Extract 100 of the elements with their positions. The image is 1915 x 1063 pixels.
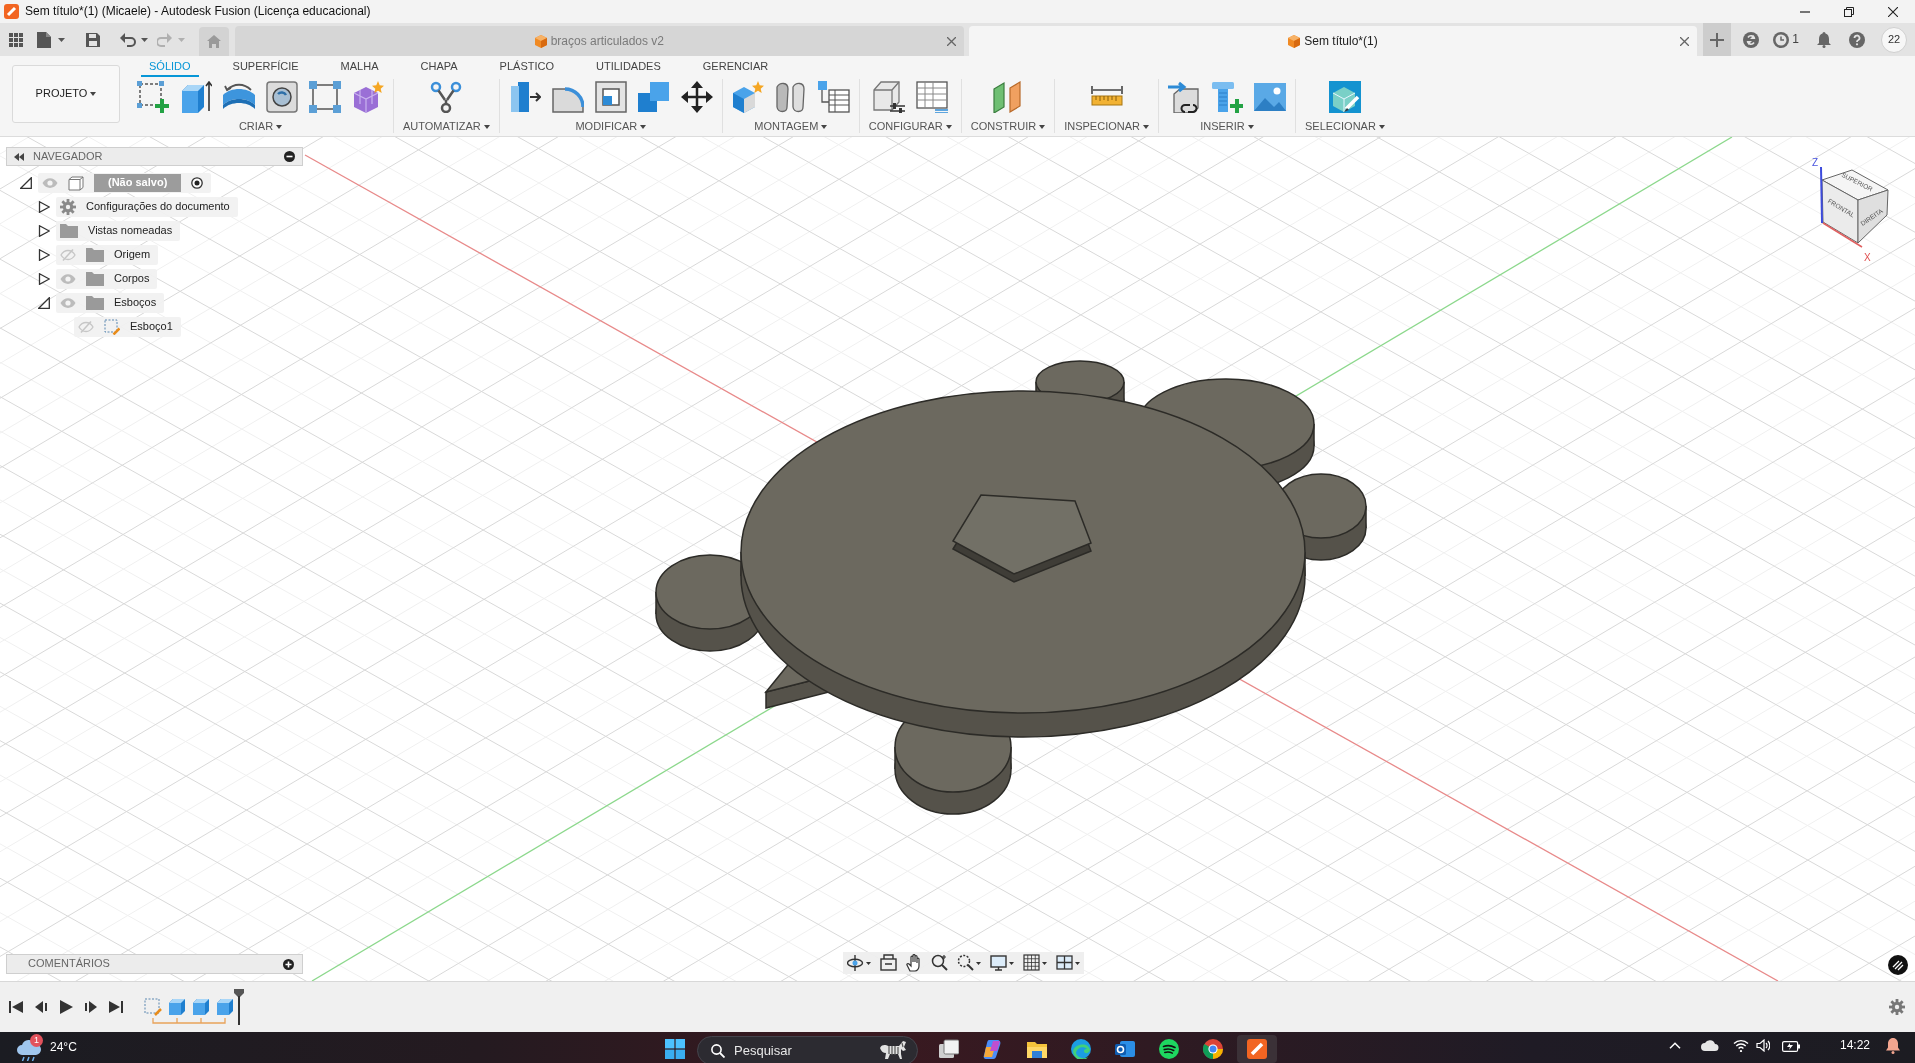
zoom-icon[interactable] bbox=[931, 954, 948, 972]
toolbar-tab[interactable]: PLÁSTICO bbox=[491, 57, 562, 77]
file-icon[interactable] bbox=[37, 31, 65, 48]
inspect-menu-button[interactable]: INSPECIONAR bbox=[1064, 120, 1149, 134]
speaker-icon[interactable] bbox=[1755, 1039, 1770, 1052]
hole-block-icon[interactable] bbox=[266, 81, 298, 113]
search-field[interactable]: Pesquisar bbox=[697, 1036, 918, 1063]
skip-to-end-icon[interactable] bbox=[109, 1000, 123, 1014]
tree-row[interactable]: Origem bbox=[56, 245, 159, 265]
folder-icon bbox=[60, 224, 78, 238]
offset-planes-icon[interactable] bbox=[991, 81, 1024, 113]
box-arrow-link-icon[interactable] bbox=[1167, 81, 1200, 113]
box-up-arrow-icon[interactable] bbox=[180, 81, 212, 113]
step-forward-icon[interactable] bbox=[84, 1000, 98, 1014]
toolbar-tab[interactable]: SUPERFÍCIE bbox=[224, 57, 307, 77]
monitor-icon[interactable] bbox=[990, 954, 1014, 972]
expanded-triangle-icon[interactable] bbox=[38, 297, 50, 309]
table-sliders-icon[interactable] bbox=[915, 81, 948, 113]
striped-disc-icon[interactable] bbox=[1888, 955, 1908, 975]
toolbar-tab[interactable]: UTILIDADES bbox=[588, 57, 669, 77]
chevron-up-icon[interactable] bbox=[1668, 1042, 1681, 1049]
image-icon[interactable] bbox=[1253, 81, 1286, 113]
cube-brush-icon[interactable] bbox=[1328, 81, 1361, 113]
square-pattern-icon[interactable] bbox=[309, 81, 341, 113]
undo-icon[interactable] bbox=[120, 32, 148, 47]
tree-row[interactable]: Esboços bbox=[56, 293, 165, 313]
briefcase-icon[interactable] bbox=[880, 954, 897, 972]
wifi-icon[interactable] bbox=[1732, 1039, 1749, 1052]
extrude-feature-icon[interactable] bbox=[192, 998, 210, 1016]
assemble-menu-button[interactable]: MONTAGEM bbox=[754, 120, 828, 134]
extrude-feature-icon[interactable] bbox=[168, 998, 186, 1016]
skip-to-start-icon[interactable] bbox=[9, 1000, 23, 1014]
view-cube[interactable] bbox=[1820, 166, 1889, 248]
panes-icon[interactable] bbox=[1056, 954, 1080, 972]
collapse-panel-icon[interactable] bbox=[14, 152, 24, 161]
zoom-window-icon[interactable] bbox=[957, 954, 981, 972]
settings-icon[interactable] bbox=[1889, 999, 1905, 1015]
faceted-cube-star-icon[interactable] bbox=[352, 81, 384, 113]
new-component-icon[interactable] bbox=[731, 81, 764, 113]
start-icon[interactable] bbox=[665, 1039, 685, 1059]
collapsed-triangle-icon[interactable] bbox=[38, 225, 50, 237]
minimize-icon[interactable] bbox=[1800, 10, 1810, 13]
bell-icon[interactable] bbox=[1817, 31, 1831, 48]
collapsed-triangle-icon[interactable] bbox=[38, 273, 50, 285]
tree-row[interactable]: Configurações do documento bbox=[56, 197, 238, 217]
close-icon[interactable] bbox=[1888, 6, 1898, 17]
collapsed-triangle-icon[interactable] bbox=[38, 249, 50, 261]
play-icon[interactable] bbox=[59, 1000, 73, 1014]
component-box-icon bbox=[68, 175, 84, 191]
sync-icon[interactable] bbox=[1743, 31, 1760, 48]
taskbar-clock[interactable]: 14:22 bbox=[1839, 1038, 1870, 1053]
battery-icon[interactable] bbox=[1781, 1039, 1800, 1052]
toolbar-tab[interactable]: GERENCIAR bbox=[694, 57, 777, 77]
tree-row[interactable]: Corpos bbox=[56, 269, 158, 289]
modify-menu-button[interactable]: MODIFICAR bbox=[575, 120, 647, 134]
turtle-shaped-model[interactable] bbox=[655, 360, 1367, 815]
select-menu-button[interactable]: SELECIONAR bbox=[1304, 120, 1385, 134]
document-tab[interactable]: Sem título*(1) bbox=[968, 26, 1698, 56]
bolt-plus-icon[interactable] bbox=[1210, 81, 1243, 113]
project-button[interactable]: PROJETO bbox=[12, 65, 120, 123]
folder-icon bbox=[86, 296, 104, 310]
joint-links-icon[interactable] bbox=[774, 81, 807, 113]
toolbar-tab[interactable]: MALHA bbox=[332, 57, 387, 77]
timeline-marker[interactable] bbox=[234, 989, 244, 1025]
create-menu-button[interactable]: CRIAR bbox=[238, 120, 283, 134]
tree-row[interactable]: Esboço1 bbox=[74, 317, 181, 337]
bell-icon[interactable] bbox=[1886, 1037, 1900, 1054]
automate-menu-button[interactable]: AUTOMATIZAR bbox=[403, 120, 490, 134]
node-graph-icon[interactable] bbox=[430, 81, 463, 113]
help-icon[interactable] bbox=[1849, 31, 1865, 48]
insert-menu-button[interactable]: INSERIR bbox=[1200, 120, 1254, 134]
plus-circle-icon[interactable] bbox=[283, 958, 294, 970]
restore-icon[interactable] bbox=[1844, 6, 1854, 17]
cloud-icon[interactable] bbox=[1700, 1040, 1719, 1051]
extrude-feature-icon[interactable] bbox=[216, 998, 234, 1016]
radio-icon[interactable] bbox=[191, 177, 204, 189]
construct-menu-button[interactable]: CONSTRUIR bbox=[970, 120, 1046, 134]
sketch-square-plus-icon[interactable] bbox=[137, 81, 169, 113]
user-avatar[interactable]: 22 bbox=[1881, 26, 1907, 53]
taskbar-app-button[interactable] bbox=[1237, 1035, 1277, 1063]
table-tree-icon[interactable] bbox=[817, 81, 850, 113]
minus-circle-icon[interactable] bbox=[284, 151, 295, 162]
configure-menu-button[interactable]: CONFIGURAR bbox=[868, 120, 952, 134]
grid-icon[interactable] bbox=[1023, 954, 1047, 972]
job-status-button[interactable]: 1 bbox=[1773, 31, 1799, 48]
toolbar-tab[interactable]: CHAPA bbox=[412, 57, 466, 77]
expanded-triangle-icon[interactable] bbox=[20, 177, 32, 189]
move-icon[interactable] bbox=[680, 81, 713, 113]
block-sliders-icon[interactable] bbox=[872, 81, 905, 113]
hollow-block-icon[interactable] bbox=[594, 81, 627, 113]
tree-row[interactable]: Vistas nomeadas bbox=[56, 221, 181, 241]
orbit-icon[interactable] bbox=[847, 954, 871, 972]
overlapping-boxes-icon[interactable] bbox=[637, 81, 670, 113]
new-tab-button[interactable] bbox=[1703, 23, 1732, 56]
apps-grid-icon[interactable] bbox=[9, 32, 23, 47]
collapsed-triangle-icon[interactable] bbox=[38, 201, 50, 213]
push-pull-icon[interactable] bbox=[508, 81, 541, 113]
hand-icon[interactable] bbox=[906, 954, 922, 972]
save-icon[interactable] bbox=[86, 32, 100, 47]
step-back-icon[interactable] bbox=[34, 1000, 48, 1014]
